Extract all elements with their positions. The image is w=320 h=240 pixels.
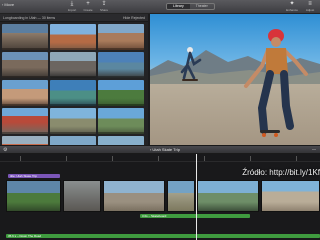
settings-gear-icon[interactable]: ⚙ <box>3 147 7 153</box>
back-label: Move <box>4 2 15 7</box>
view-switcher: Library Theater <box>166 3 215 10</box>
import-button[interactable]: ⤓ Import <box>64 1 80 12</box>
timeline-clip[interactable] <box>6 180 61 212</box>
timeline: title: Utah Skate Trip 3.0s – Skateboard… <box>0 154 320 240</box>
project-title: Utah Skate Trip <box>152 147 180 152</box>
clip-thumbnail[interactable] <box>50 80 96 106</box>
clip-thumbnail[interactable] <box>98 52 144 78</box>
clip-thumbnail[interactable] <box>50 52 96 78</box>
toolbar: ‹ Move ⤓ Import + Create ⇪ Share Library… <box>0 0 320 14</box>
clip-thumbnail[interactable] <box>2 80 48 106</box>
music-track-bar[interactable]: 35.6 s – Down The Road <box>6 234 320 238</box>
clip-thumbnail[interactable] <box>2 24 48 50</box>
magic-wand-icon: ✦ <box>289 1 295 7</box>
browser-title: Longboarding in Utah — 30 items <box>3 15 56 20</box>
clip-thumbnail[interactable] <box>98 80 144 106</box>
clip-thumbnail[interactable] <box>98 24 144 50</box>
hide-rejected-toggle[interactable]: Hide Rejected <box>123 16 145 20</box>
time-ruler <box>0 154 320 162</box>
viewer-preview <box>150 14 320 145</box>
tab-theater[interactable]: Theater <box>190 4 214 9</box>
playhead[interactable] <box>196 154 197 240</box>
timeline-clip[interactable] <box>197 180 259 212</box>
clip-thumbnail[interactable] <box>50 108 96 134</box>
background-skater <box>180 47 202 81</box>
clip-thumbnail[interactable] <box>2 108 48 134</box>
browser-header: Longboarding in Utah — 30 items Hide Rej… <box>0 14 148 22</box>
timeline-clip[interactable] <box>167 180 195 212</box>
timeline-divider: ⚙ ‹ Utah Skate Trip 〰 <box>0 145 320 154</box>
enhance-button[interactable]: ✦ Enhance <box>284 1 300 12</box>
clip-grid <box>2 24 146 162</box>
adjust-button[interactable]: ≡ Adjust <box>302 1 318 12</box>
video-track <box>6 180 320 212</box>
source-watermark: Źródło: http://bit.ly/1Kf <box>242 168 320 177</box>
audio-waveform-icon[interactable]: 〰 <box>312 147 316 153</box>
clip-thumbnail[interactable] <box>2 52 48 78</box>
event-browser: Longboarding in Utah — 30 items Hide Rej… <box>0 14 148 162</box>
timeline-clip[interactable] <box>103 180 165 212</box>
clip-thumbnail[interactable] <box>98 108 144 134</box>
chevron-left-icon: ‹ <box>2 2 4 7</box>
plus-icon: + <box>86 1 90 7</box>
create-button[interactable]: + Create <box>80 1 96 12</box>
title-clip-bar[interactable]: title: Utah Skate Trip <box>8 174 60 178</box>
sliders-icon: ≡ <box>308 1 312 7</box>
project-title-button[interactable]: ‹ Utah Skate Trip <box>150 147 180 152</box>
foreground-skater <box>244 29 308 137</box>
tab-library[interactable]: Library <box>167 4 190 9</box>
share-icon: ⇪ <box>101 1 107 7</box>
chevron-left-icon: ‹ <box>150 147 152 152</box>
timeline-clip[interactable] <box>261 180 320 212</box>
share-button[interactable]: ⇪ Share <box>96 1 112 12</box>
clip-thumbnail[interactable] <box>50 24 96 50</box>
back-button[interactable]: ‹ Move <box>2 2 14 7</box>
import-icon: ⤓ <box>70 1 74 7</box>
audio-clip-bar[interactable]: 3.0s – Skateboard <box>140 214 250 218</box>
timeline-clip[interactable] <box>63 180 101 212</box>
